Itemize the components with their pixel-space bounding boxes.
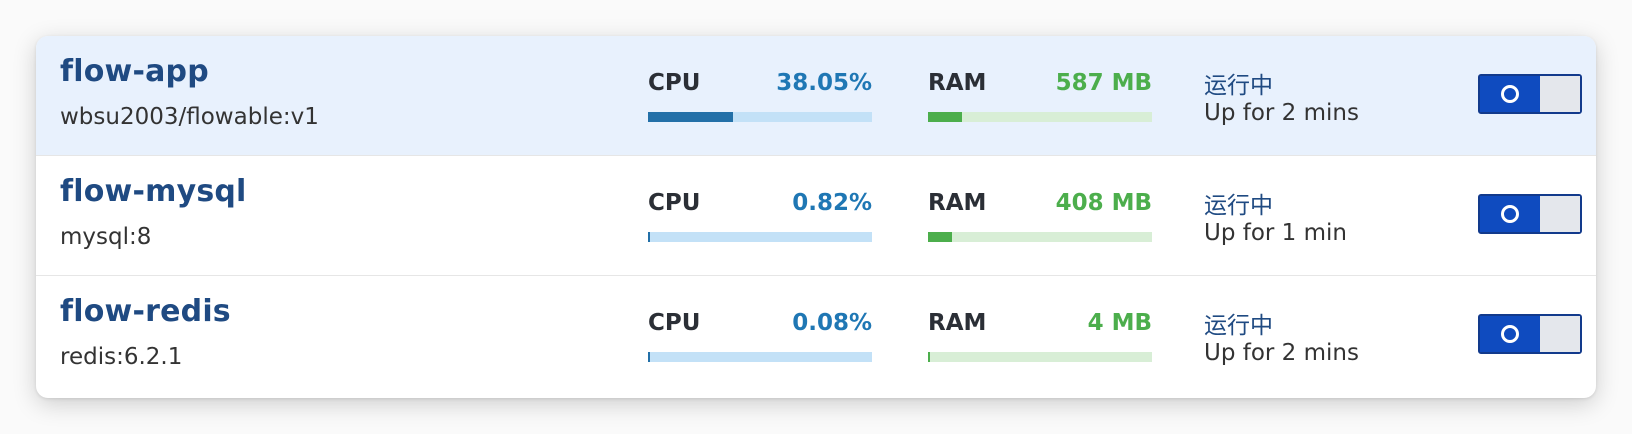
ram-usage-fill [928,232,952,242]
cpu-usage-bar [648,352,872,362]
status-text: 运行中 [1204,73,1273,99]
ram-value: 587 MB [1055,70,1152,96]
container-list: flow-app wbsu2003/flowable:v1 CPU 38.05%… [36,36,1596,398]
uptime-text: Up for 2 mins [1204,340,1359,366]
container-image: mysql:8 [60,224,152,250]
container-image: redis:6.2.1 [60,344,183,370]
power-toggle[interactable] [1478,194,1582,234]
toggle-on-half [1480,316,1540,352]
toggle-off-half [1540,76,1580,112]
power-circle-icon [1501,325,1519,343]
ram-usage-bar [928,232,1152,242]
cpu-usage-fill [648,112,734,122]
ram-usage-fill [928,112,962,122]
ram-label: RAM [928,190,987,216]
toggle-off-half [1540,316,1580,352]
container-row-flow-redis[interactable]: flow-redis redis:6.2.1 CPU 0.08% RAM 4 M… [36,276,1596,398]
power-circle-icon [1501,85,1519,103]
cpu-value: 0.08% [792,310,872,336]
ram-usage-bar [928,352,1152,362]
ram-label: RAM [928,310,987,336]
status-text: 运行中 [1204,313,1273,339]
ram-usage-bar [928,112,1152,122]
cpu-usage-fill [648,352,650,362]
ram-value: 408 MB [1055,190,1152,216]
cpu-label: CPU [648,310,701,336]
ram-label: RAM [928,70,987,96]
container-row-flow-mysql[interactable]: flow-mysql mysql:8 CPU 0.82% RAM 408 MB … [36,156,1596,276]
cpu-value: 38.05% [776,70,872,96]
cpu-label: CPU [648,70,701,96]
status-text: 运行中 [1204,193,1273,219]
uptime-text: Up for 2 mins [1204,100,1359,126]
power-toggle[interactable] [1478,314,1582,354]
toggle-off-half [1540,196,1580,232]
uptime-text: Up for 1 min [1204,220,1347,246]
container-name[interactable]: flow-mysql [60,174,247,209]
cpu-value: 0.82% [792,190,872,216]
toggle-on-half [1480,196,1540,232]
power-circle-icon [1501,205,1519,223]
cpu-usage-fill [648,232,650,242]
cpu-label: CPU [648,190,701,216]
toggle-on-half [1480,76,1540,112]
cpu-usage-bar [648,232,872,242]
container-image: wbsu2003/flowable:v1 [60,104,319,130]
container-name[interactable]: flow-redis [60,294,231,329]
cpu-usage-bar [648,112,872,122]
container-name[interactable]: flow-app [60,54,209,89]
container-row-flow-app[interactable]: flow-app wbsu2003/flowable:v1 CPU 38.05%… [36,36,1596,156]
ram-usage-fill [928,352,930,362]
power-toggle[interactable] [1478,74,1582,114]
ram-value: 4 MB [1087,310,1152,336]
